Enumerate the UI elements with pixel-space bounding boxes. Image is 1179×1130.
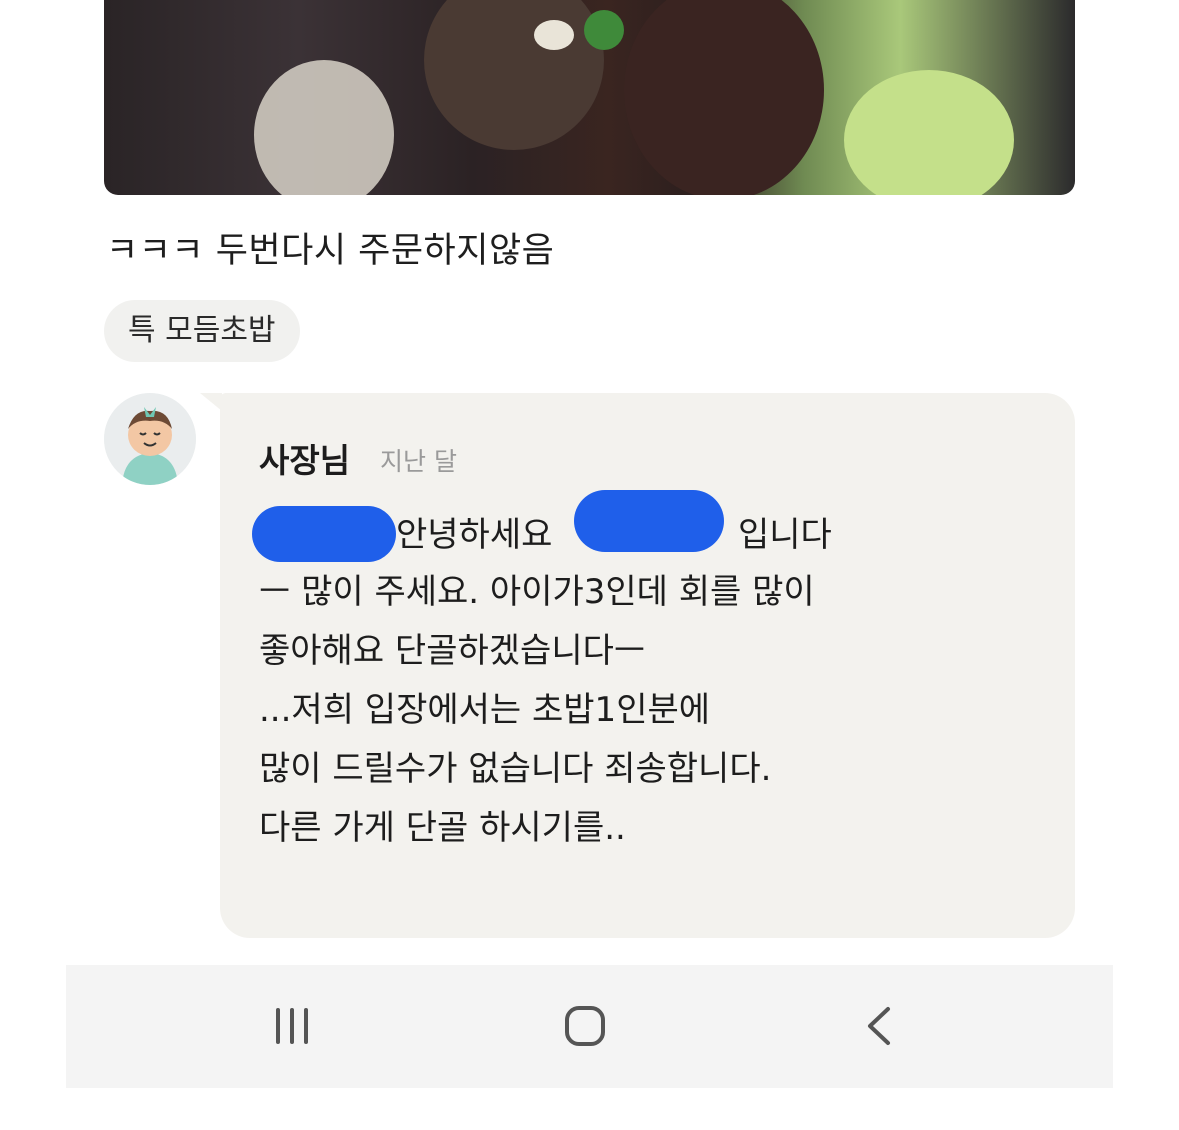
reply-line: ...저희 입장에서는 초밥1인분에 <box>259 690 711 730</box>
review-photo[interactable] <box>104 0 1075 195</box>
recent-apps-button[interactable] <box>232 965 352 1088</box>
system-nav-bar <box>66 965 1113 1088</box>
reply-line: 좋아해요 단골하겠습니다ㅡ <box>259 631 646 671</box>
photo-detail <box>624 0 824 195</box>
reply-bubble-tail <box>200 393 222 411</box>
recent-apps-icon <box>276 1008 308 1044</box>
menu-chip[interactable]: 특 모듬초밥 <box>104 300 300 362</box>
reply-line: ㅡ 많이 주세요. 아이가3인데 회를 많이 <box>259 572 815 612</box>
reply-line: 많이 드릴수가 없습니다 죄송합니다. <box>259 749 772 789</box>
owner-avatar-icon <box>104 393 196 485</box>
owner-name: 사장님 <box>259 441 351 480</box>
reply-line: 안녕하세요 <box>396 515 553 555</box>
redaction-mark <box>574 490 724 552</box>
photo-detail <box>254 60 394 195</box>
reply-time: 지난 달 <box>380 447 457 476</box>
photo-detail <box>584 10 624 50</box>
photo-detail <box>534 20 574 50</box>
home-button[interactable] <box>525 965 645 1088</box>
owner-avatar <box>104 393 196 485</box>
reply-line: 입니다 <box>738 515 832 555</box>
photo-detail <box>424 0 604 150</box>
redaction-mark <box>252 506 396 562</box>
home-icon <box>565 1006 605 1046</box>
review-text: ㅋㅋㅋ 두번다시 주문하지않음 <box>106 231 555 271</box>
photo-detail <box>844 70 1014 195</box>
back-button[interactable] <box>818 965 938 1088</box>
reply-line: 다른 가게 단골 하시기를.. <box>259 808 626 848</box>
back-icon <box>868 1007 890 1045</box>
review-page: ㅋㅋㅋ 두번다시 주문하지않음 특 모듬초밥 사장님 지난 달 안녕하세요 입니… <box>0 0 1179 1130</box>
